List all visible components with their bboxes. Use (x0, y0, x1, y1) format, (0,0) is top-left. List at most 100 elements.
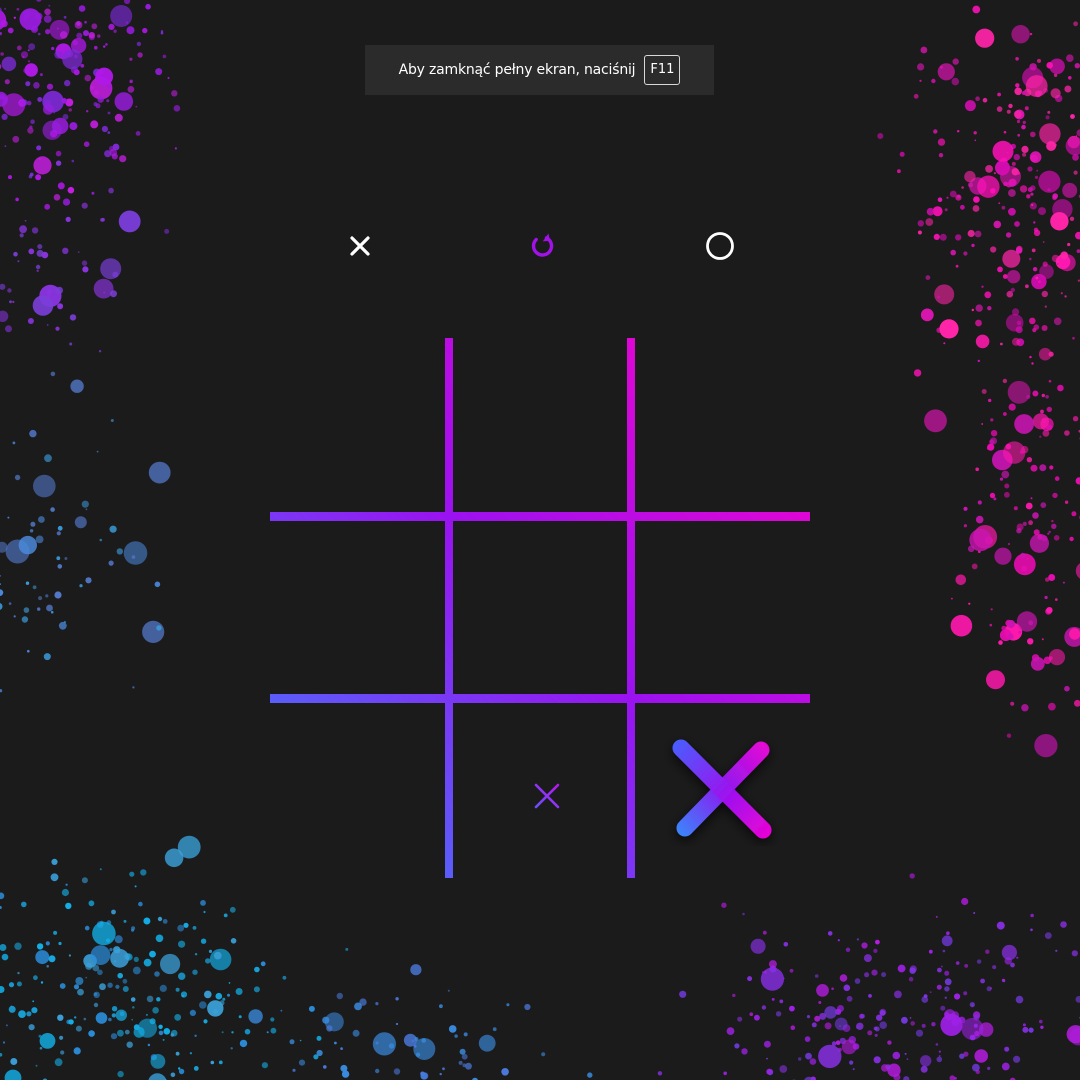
paint-dot (762, 930, 767, 935)
paint-dot (222, 997, 226, 1001)
paint-dot (0, 575, 1, 577)
paint-dot (85, 976, 87, 979)
paint-dot (1042, 429, 1050, 437)
paint-dot (46, 965, 49, 968)
paint-dot (28, 1024, 35, 1031)
paint-dot (790, 1025, 796, 1030)
paint-dot (1033, 229, 1041, 237)
paint-dot (1039, 464, 1047, 472)
paint-dot (1047, 110, 1051, 114)
paint-dot (40, 981, 44, 984)
paint-dot (990, 418, 994, 422)
paint-dot (69, 342, 73, 346)
player-x-button[interactable] (340, 226, 380, 266)
paint-dot (913, 369, 922, 377)
paint-dot (920, 308, 934, 322)
paint-dot (0, 310, 9, 322)
paint-dot (0, 9, 7, 30)
board-cell-r0-c2[interactable] (635, 338, 810, 512)
paint-dot (1029, 533, 1049, 553)
paint-dot (30, 521, 36, 527)
paint-dot (1060, 921, 1067, 928)
paint-dot (35, 950, 50, 965)
paint-dot (110, 948, 129, 968)
paint-dot (463, 1032, 468, 1037)
paint-dot (223, 913, 228, 918)
board-cell-r2-c1[interactable] (453, 703, 627, 878)
paint-dot (1033, 221, 1036, 224)
board-cell-r2-c2[interactable] (635, 703, 810, 878)
paint-dot (171, 90, 178, 97)
paint-dot (741, 1048, 748, 1055)
board-cell-r1-c1[interactable] (453, 521, 627, 694)
paint-dot (997, 266, 1003, 273)
paint-dot (26, 1011, 32, 1017)
paint-dot (80, 63, 85, 68)
board-cell-r0-c1[interactable] (453, 338, 627, 512)
paint-dot (289, 1039, 295, 1045)
paint-dot (375, 1068, 380, 1074)
paint-dot (1013, 153, 1020, 161)
paint-dot (133, 1024, 140, 1031)
paint-dot (816, 984, 829, 997)
player-o-button[interactable] (700, 226, 740, 266)
paint-dot (1001, 625, 1007, 631)
paint-dot (130, 997, 136, 1002)
paint-dot (852, 1068, 855, 1071)
paint-dot (36, 269, 39, 272)
board-cell-r1-c2[interactable] (635, 521, 810, 694)
paint-dot (1073, 21, 1078, 27)
paint-dot (1012, 337, 1020, 346)
paint-dot (974, 139, 977, 142)
paint-dot (27, 649, 30, 653)
paint-dot (1038, 280, 1041, 284)
paint-dot (37, 607, 41, 611)
paint-dot (129, 871, 135, 877)
paint-dot (936, 1056, 943, 1063)
paint-dot (204, 990, 212, 999)
paint-dot (91, 23, 98, 30)
paint-dot (501, 1068, 509, 1076)
paint-dot (968, 602, 971, 605)
paint-dot (1, 953, 9, 961)
paint-dot (935, 915, 938, 918)
paint-dot (253, 986, 260, 993)
paint-dot (126, 26, 135, 35)
paint-dot (67, 186, 75, 194)
paint-dot (375, 1041, 379, 1045)
paint-dot (954, 1077, 957, 1080)
board-cell-r2-c0[interactable] (270, 703, 445, 878)
paint-dot (192, 969, 198, 975)
paint-dot (837, 939, 840, 942)
paint-dot (266, 1031, 269, 1034)
paint-dot (114, 113, 123, 122)
paint-dot (63, 79, 71, 87)
paint-dot (1066, 54, 1074, 62)
paint-dot (1007, 542, 1011, 546)
paint-dot (1027, 166, 1033, 172)
paint-dot (809, 1058, 817, 1065)
paint-dot (32, 295, 54, 316)
reset-button[interactable] (523, 226, 563, 266)
paint-dot (1005, 181, 1012, 188)
paint-dot (1017, 133, 1021, 137)
paint-dot (0, 1053, 3, 1057)
paint-dot (1036, 169, 1039, 172)
paint-dot (200, 938, 207, 944)
paint-dot (219, 1000, 225, 1006)
paint-dot (989, 492, 996, 499)
paint-dot (56, 531, 61, 536)
board-cell-r1-c0[interactable] (270, 521, 445, 694)
paint-dot (1070, 114, 1075, 119)
paint-dot (170, 1033, 174, 1037)
paint-dot (81, 500, 89, 508)
paint-dot (231, 1031, 234, 1034)
paint-dot (944, 970, 950, 976)
paint-dot (158, 1024, 163, 1030)
board-cell-r0-c0[interactable] (270, 338, 445, 512)
paint-dot (997, 92, 1001, 97)
close-x-icon (350, 236, 370, 256)
paint-dot (18, 535, 37, 555)
paint-dot (84, 925, 90, 931)
paint-dot (64, 557, 68, 560)
